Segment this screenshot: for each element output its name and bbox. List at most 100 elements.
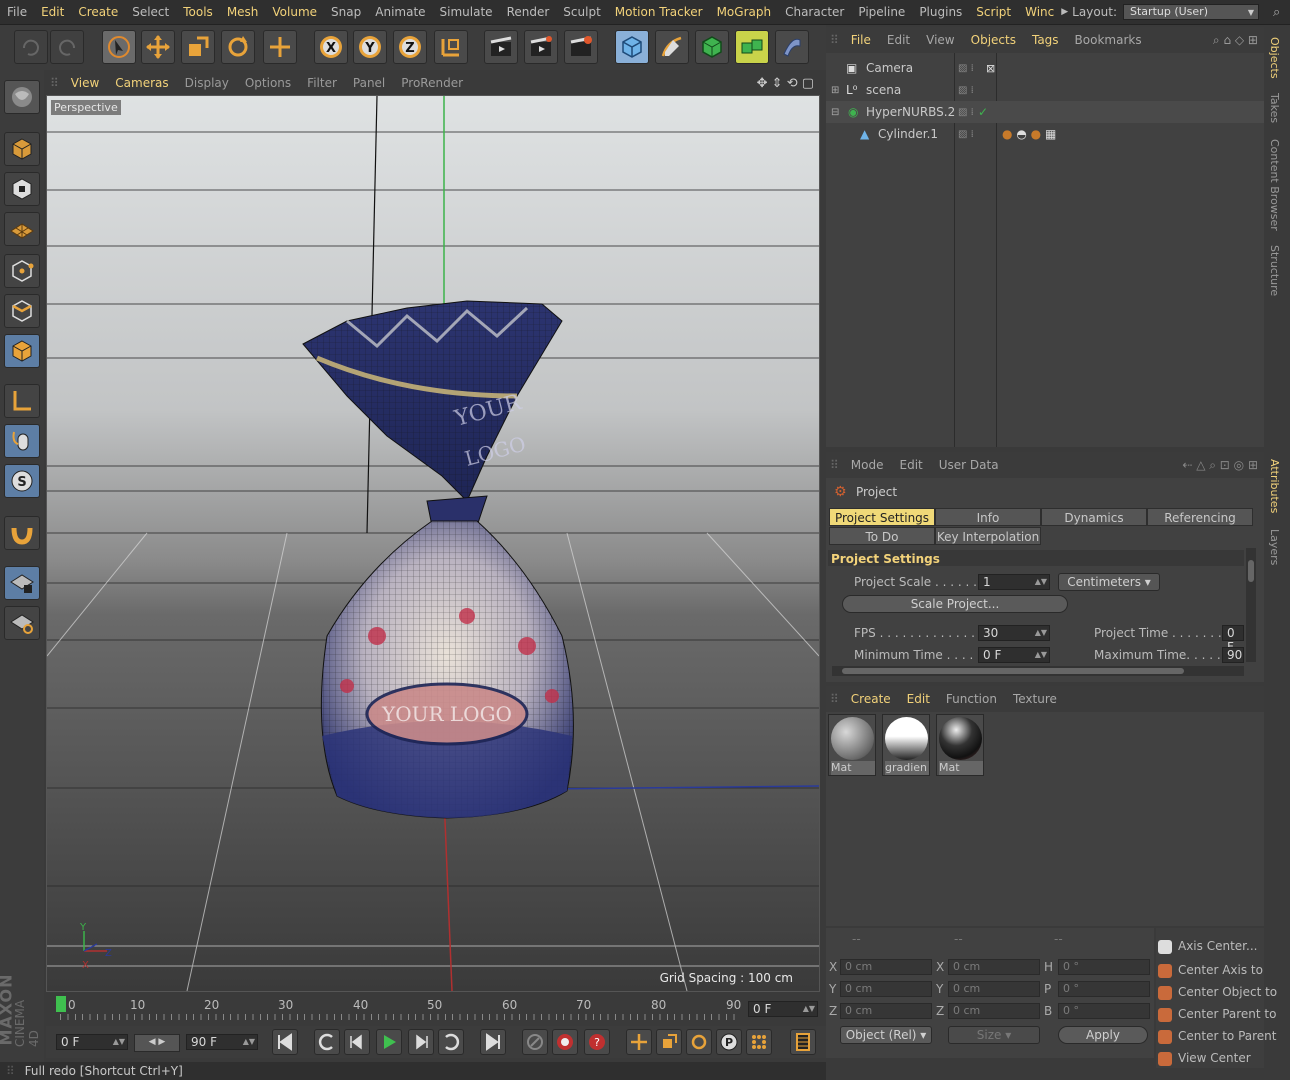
- vp-menu-filter[interactable]: Filter: [299, 76, 345, 90]
- tab-content-browser[interactable]: Content Browser: [1268, 139, 1281, 231]
- om-menu-objects[interactable]: Objects: [963, 33, 1024, 47]
- om-search-icon[interactable]: ⌕ ⌂ ◇ ⊞: [1213, 33, 1264, 48]
- model-mode-button[interactable]: [4, 132, 40, 166]
- edges-mode-button[interactable]: [4, 294, 40, 328]
- am-menu-edit[interactable]: Edit: [892, 458, 931, 472]
- menu-sculpt[interactable]: Sculpt: [556, 5, 607, 19]
- mm-menu-texture[interactable]: Texture: [1005, 692, 1065, 706]
- command-center-object-to[interactable]: Center Object to: [1158, 982, 1284, 1002]
- mm-menu-create[interactable]: Create: [843, 692, 899, 706]
- object-row-scena[interactable]: ⊞ L⁰ scena ▨ ⁞: [826, 79, 1264, 101]
- menu-plugins[interactable]: Plugins: [912, 5, 969, 19]
- am-tools-icons[interactable]: ⇠ △ ⌕ ⊡ ◎ ⊞: [1182, 458, 1264, 473]
- current-frame-field[interactable]: 0 F ▲▼: [748, 1001, 818, 1017]
- record-parameter-button[interactable]: P: [716, 1029, 742, 1055]
- end-frame-field[interactable]: 90 F ▲▼: [186, 1034, 258, 1050]
- start-frame-field[interactable]: 0 F ▲▼: [56, 1034, 128, 1050]
- om-menu-bookmarks[interactable]: Bookmarks: [1067, 33, 1150, 47]
- rotation-b-field[interactable]: 0 °: [1058, 1003, 1150, 1019]
- command-view-center[interactable]: View Center: [1158, 1048, 1284, 1068]
- menu-select[interactable]: Select: [125, 5, 176, 19]
- tab-info[interactable]: Info: [935, 508, 1041, 526]
- record-rotation-button[interactable]: [686, 1029, 712, 1055]
- previous-key-button[interactable]: [314, 1029, 340, 1055]
- go-to-start-button[interactable]: [272, 1029, 298, 1055]
- size-mode-select[interactable]: Size ▾: [948, 1026, 1040, 1044]
- points-mode-button[interactable]: [4, 254, 40, 288]
- menu-animate[interactable]: Animate: [368, 5, 432, 19]
- collapse-icon[interactable]: ⊟: [831, 107, 839, 118]
- live-selection-button[interactable]: [102, 30, 136, 64]
- minimum-time-field[interactable]: 0 F ▲▼: [978, 647, 1050, 663]
- tab-project-settings[interactable]: Project Settings: [829, 508, 935, 526]
- cube-object-button[interactable]: [615, 30, 649, 64]
- material-tags-icon[interactable]: ● ◓ ● ▦: [1002, 127, 1056, 141]
- search-icon[interactable]: ⌕: [1273, 5, 1280, 20]
- tab-key-interpolation[interactable]: Key Interpolation: [935, 527, 1041, 545]
- record-position-button[interactable]: [626, 1029, 652, 1055]
- menu-motion-tracker[interactable]: Motion Tracker: [608, 5, 710, 19]
- next-key-button[interactable]: [438, 1029, 464, 1055]
- render-picture-viewer-button[interactable]: [524, 30, 558, 64]
- record-point-level-button[interactable]: [746, 1029, 772, 1055]
- om-menu-edit[interactable]: Edit: [879, 33, 918, 47]
- tab-takes[interactable]: Takes: [1268, 93, 1281, 123]
- z-axis-lock-button[interactable]: Z: [393, 30, 427, 64]
- object-row-hypernurbs[interactable]: ⊟ ◉ HyperNURBS.2 ▨ ⁞ ✓: [826, 101, 1264, 123]
- menu-create[interactable]: Create: [71, 5, 125, 19]
- menu-script[interactable]: Script: [969, 5, 1018, 19]
- camera-tag-icon[interactable]: ⊠: [986, 62, 995, 75]
- polygons-mode-button[interactable]: [4, 334, 40, 368]
- layout-select[interactable]: Startup (User): [1123, 4, 1260, 20]
- make-editable-button[interactable]: [4, 80, 40, 114]
- cloner-button[interactable]: [735, 30, 769, 64]
- position-y-field[interactable]: 0 cm: [840, 981, 932, 997]
- apply-button[interactable]: Apply: [1058, 1026, 1148, 1044]
- menu-overflow-icon[interactable]: ▶: [1061, 7, 1068, 17]
- visibility-dots[interactable]: ▨ ⁞: [958, 85, 974, 96]
- fps-field[interactable]: 30 ▲▼: [978, 625, 1050, 641]
- menu-tools[interactable]: Tools: [176, 5, 220, 19]
- menu-simulate[interactable]: Simulate: [433, 5, 500, 19]
- enabled-check-icon[interactable]: ✓: [978, 105, 988, 119]
- attribute-scrollbar[interactable]: [1246, 548, 1256, 662]
- project-scale-field[interactable]: 1 ▲▼: [978, 574, 1050, 590]
- vp-menu-cameras[interactable]: Cameras: [107, 76, 176, 90]
- mm-menu-function[interactable]: Function: [938, 692, 1005, 706]
- command-center-parent-to[interactable]: Center Parent to: [1158, 1004, 1284, 1024]
- perspective-viewport[interactable]: YOUR LOGO YOUR LOGO Y X Z Perspective Gr…: [46, 95, 820, 992]
- render-settings-button[interactable]: [564, 30, 598, 64]
- material-swatch[interactable]: Mat: [828, 714, 876, 776]
- previous-frame-button[interactable]: [344, 1029, 370, 1055]
- am-menu-user-data[interactable]: User Data: [931, 458, 1007, 472]
- tab-layers[interactable]: Layers: [1268, 529, 1281, 565]
- vp-menu-options[interactable]: Options: [237, 76, 299, 90]
- vp-menu-display[interactable]: Display: [177, 76, 237, 90]
- texture-mode-button[interactable]: [4, 172, 40, 206]
- viewport-camera-label[interactable]: Perspective: [51, 100, 121, 115]
- deformer-button[interactable]: [775, 30, 809, 64]
- visibility-dots[interactable]: ▨ ⁞: [958, 107, 974, 118]
- record-active-objects-button[interactable]: [522, 1029, 548, 1055]
- menu-edit[interactable]: Edit: [34, 5, 71, 19]
- mm-menu-edit[interactable]: Edit: [899, 692, 938, 706]
- position-z-field[interactable]: 0 cm: [840, 1003, 932, 1019]
- enable-snap-button[interactable]: [4, 516, 40, 550]
- object-row-camera[interactable]: ▣ Camera ▨ ⁞ ⊠: [826, 57, 1264, 79]
- tab-objects[interactable]: Objects: [1268, 37, 1281, 79]
- menu-mesh[interactable]: Mesh: [220, 5, 266, 19]
- coordinate-system-button[interactable]: [434, 30, 468, 64]
- om-menu-view[interactable]: View: [918, 33, 962, 47]
- scheme-settings-button[interactable]: [790, 1029, 816, 1055]
- menu-file[interactable]: File: [0, 5, 34, 19]
- tweak-mode-button[interactable]: [4, 424, 40, 458]
- size-z-field[interactable]: 0 cm: [948, 1003, 1040, 1019]
- menu-volume[interactable]: Volume: [265, 5, 324, 19]
- tab-to-do[interactable]: To Do: [829, 527, 935, 545]
- y-axis-lock-button[interactable]: Y: [353, 30, 387, 64]
- tab-dynamics[interactable]: Dynamics: [1041, 508, 1147, 526]
- material-swatch[interactable]: Mat: [936, 714, 984, 776]
- vp-menu-view[interactable]: View: [63, 76, 107, 90]
- units-select[interactable]: Centimeters ▾: [1058, 573, 1160, 591]
- vp-menu-prorender[interactable]: ProRender: [393, 76, 471, 90]
